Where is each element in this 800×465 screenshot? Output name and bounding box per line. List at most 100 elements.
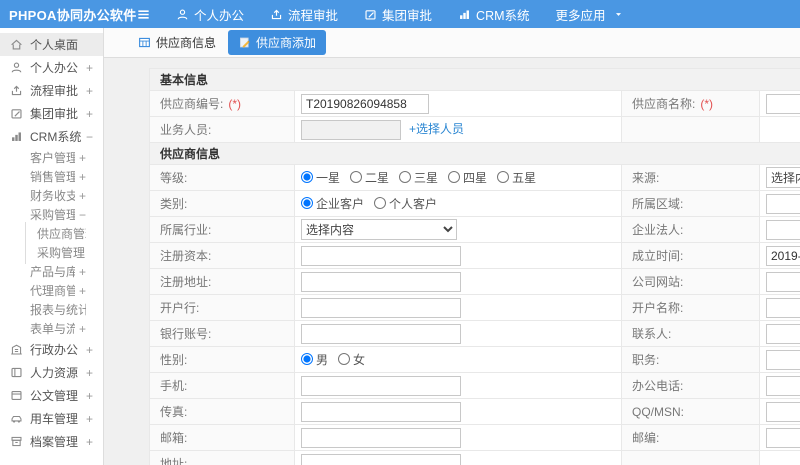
category-radio-input-0[interactable] [301, 197, 313, 210]
registered-address-input[interactable] [301, 271, 461, 292]
grade-radio-3[interactable]: 四星 [448, 169, 487, 186]
sidebar-item-19[interactable]: 档案管理 + [0, 430, 103, 453]
postcode-input[interactable] [766, 427, 800, 448]
expand-toggle[interactable]: + [79, 170, 86, 184]
expand-toggle[interactable]: + [79, 189, 86, 203]
legal-person-input[interactable] [766, 219, 800, 240]
supplier-name-input[interactable] [766, 93, 800, 114]
expand-toggle[interactable]: + [86, 366, 93, 380]
grade-radio-0[interactable]: 一星 [301, 169, 340, 186]
main-area: 供应商信息 供应商添加 基本信息供应商编号: (*) 供应商名称: (*) 业务人员: +选… [104, 28, 800, 465]
field-label: 银行账号: [160, 327, 212, 341]
grade-radio-input-0[interactable] [301, 171, 313, 184]
tab-0[interactable]: 供应商信息 [132, 30, 222, 55]
registered-capital-input[interactable] [301, 245, 461, 266]
field-label: 传真: [160, 405, 188, 419]
email-input[interactable] [301, 427, 461, 448]
expand-toggle[interactable]: + [86, 389, 93, 403]
bank-account-input[interactable] [301, 323, 461, 344]
field-label: 邮箱: [160, 431, 188, 445]
office-phone-input[interactable] [766, 375, 800, 396]
region-input[interactable] [766, 193, 800, 214]
sidebar-item-label: 表单与流程设置 [30, 322, 75, 336]
bank-branch-input[interactable] [301, 297, 461, 318]
company-website-input[interactable] [766, 271, 800, 292]
expand-toggle[interactable]: + [79, 151, 86, 165]
expand-toggle[interactable]: + [86, 343, 93, 357]
expand-toggle[interactable]: + [79, 284, 86, 298]
expand-toggle[interactable]: − [86, 130, 93, 144]
sidebar-item-15[interactable]: 行政办公 + [0, 338, 103, 361]
topnav-item-2[interactable]: 集团审批 [351, 0, 445, 28]
qq-msn-input[interactable] [766, 401, 800, 422]
sidebar-item-14[interactable]: 表单与流程设置 + [0, 319, 103, 338]
field-label: 类别: [160, 197, 188, 211]
category-radio-input-1[interactable] [374, 197, 387, 210]
expand-toggle[interactable]: + [86, 412, 93, 426]
gender-radio-1[interactable]: 女 [338, 351, 365, 368]
sidebar-item-17[interactable]: 公文管理 + [0, 384, 103, 407]
sidebar-item-12[interactable]: 代理商管理 + [0, 281, 103, 300]
gender-radio-input-1[interactable] [338, 353, 351, 366]
sidebar-item-5[interactable]: 客户管理 + [0, 148, 103, 167]
field-label-cell: 所属行业: [149, 216, 295, 243]
grade-radio-4[interactable]: 五星 [497, 169, 536, 186]
gender-radio-0[interactable]: 男 [301, 351, 328, 368]
topnav-item-3[interactable]: CRM系统 [445, 0, 542, 28]
field-label-cell: 业务人员: [149, 116, 295, 143]
sidebar-item-0[interactable]: 个人桌面 [0, 33, 103, 56]
sidebar-item-4[interactable]: CRM系统 − [0, 125, 103, 148]
category-radio-0[interactable]: 企业客户 [301, 195, 364, 212]
grade-radio-input-1[interactable] [350, 171, 363, 184]
radio-option-label: 男 [316, 352, 329, 367]
menu-icon[interactable] [136, 7, 151, 22]
expand-toggle[interactable]: + [79, 322, 86, 336]
account-name-input[interactable] [766, 297, 800, 318]
field-label: 联系人: [632, 327, 672, 341]
expand-toggle[interactable]: − [79, 208, 86, 222]
field-cell [758, 216, 800, 243]
gender-radio-input-0[interactable] [301, 353, 313, 366]
form-row: 性别: 男女职务: [149, 346, 800, 373]
sidebar-item-13[interactable]: 报表与统计 [0, 300, 103, 319]
sidebar-item-9[interactable]: 供应商管理 [0, 222, 103, 245]
supplier-code-input[interactable] [301, 93, 429, 114]
address-input[interactable] [301, 453, 461, 465]
mobile-input[interactable] [301, 375, 461, 396]
expand-toggle[interactable]: + [86, 84, 93, 98]
sidebar-item-1[interactable]: 个人办公 + [0, 56, 103, 79]
sidebar-item-7[interactable]: 财务收支 + [0, 186, 103, 205]
expand-toggle[interactable]: + [79, 265, 86, 279]
tab-1[interactable]: 供应商添加 [228, 30, 327, 55]
sidebar-item-16[interactable]: 人力资源 + [0, 361, 103, 384]
sidebar-item-3[interactable]: 集团审批 + [0, 102, 103, 125]
grade-radio-input-2[interactable] [399, 171, 412, 184]
field-cell: 企业客户 个人客户 [294, 190, 622, 217]
sidebar-item-6[interactable]: 销售管理 + [0, 167, 103, 186]
topnav-item-1[interactable]: 流程审批 [257, 0, 351, 28]
source-select[interactable]: 选择内容 [766, 167, 800, 188]
sidebar-item-18[interactable]: 用车管理 + [0, 407, 103, 430]
category-radio-1[interactable]: 个人客户 [374, 195, 437, 212]
expand-toggle[interactable]: + [86, 435, 93, 449]
job-title-input[interactable] [766, 349, 800, 370]
expand-toggle[interactable]: + [86, 107, 93, 121]
field-cell [758, 450, 800, 465]
grade-radio-input-3[interactable] [448, 171, 461, 184]
expand-toggle[interactable]: + [86, 61, 93, 75]
business-person-input[interactable] [301, 119, 401, 140]
grade-radio-2[interactable]: 三星 [399, 169, 438, 186]
topnav-item-4[interactable]: 更多应用 [543, 0, 636, 28]
topnav-item-0[interactable]: 个人办公 [163, 0, 257, 28]
sidebar-item-2[interactable]: 流程审批 + [0, 79, 103, 102]
sidebar-item-11[interactable]: 产品与库存 + [0, 262, 103, 281]
sidebar-item-10[interactable]: 采购管理 [0, 241, 103, 264]
industry-select[interactable]: 选择内容 [301, 219, 457, 240]
contact-person-input[interactable] [766, 323, 800, 344]
business-person-picker-link[interactable]: +选择人员 [409, 122, 464, 136]
sidebar-item-8[interactable]: 采购管理 − [0, 205, 103, 224]
established-date-input[interactable] [766, 245, 800, 266]
grade-radio-input-4[interactable] [497, 171, 510, 184]
fax-input[interactable] [301, 401, 461, 422]
grade-radio-1[interactable]: 二星 [350, 169, 389, 186]
